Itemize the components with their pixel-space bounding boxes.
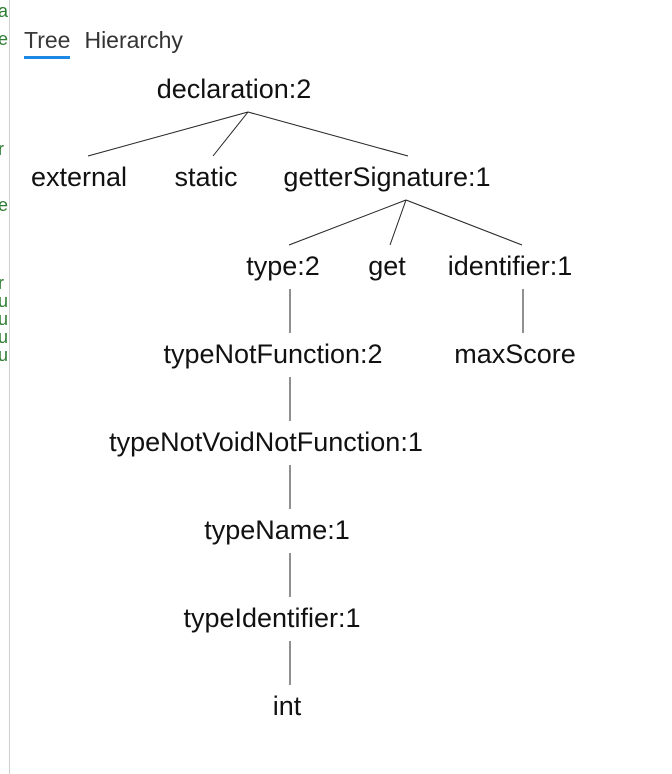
tree-node-declaration-2[interactable]: declaration:2	[157, 74, 312, 104]
tree-edge	[212, 111, 249, 157]
tree-edge	[389, 199, 407, 246]
tree-edge	[405, 199, 523, 246]
tree-edge	[247, 111, 409, 157]
tree-node-typenotvoidnotfunction-1[interactable]: typeNotVoidNotFunction:1	[109, 427, 423, 457]
tree-node-type-2[interactable]: type:2	[246, 251, 320, 281]
tree-node-int[interactable]: int	[273, 691, 302, 721]
tree-node-gettersignature-1[interactable]: getterSignature:1	[283, 162, 490, 192]
tree-node-typenotfunction-2[interactable]: typeNotFunction:2	[163, 339, 382, 369]
tree-node-maxscore[interactable]: maxScore	[454, 339, 576, 369]
tree-node-typename-1[interactable]: typeName:1	[204, 515, 350, 545]
tree-edge	[87, 111, 249, 157]
tree-node-get[interactable]: get	[368, 251, 406, 281]
tree-node-static[interactable]: static	[174, 162, 237, 192]
tree-node-identifier-1[interactable]: identifier:1	[448, 251, 573, 281]
tree-node-external[interactable]: external	[31, 162, 127, 192]
parse-tree-diagram: declaration:2 external static getterSignatu…	[31, 74, 576, 721]
tree-edge	[288, 199, 407, 246]
tree-node-typeidentifier-1[interactable]: typeIdentifier:1	[183, 603, 360, 633]
